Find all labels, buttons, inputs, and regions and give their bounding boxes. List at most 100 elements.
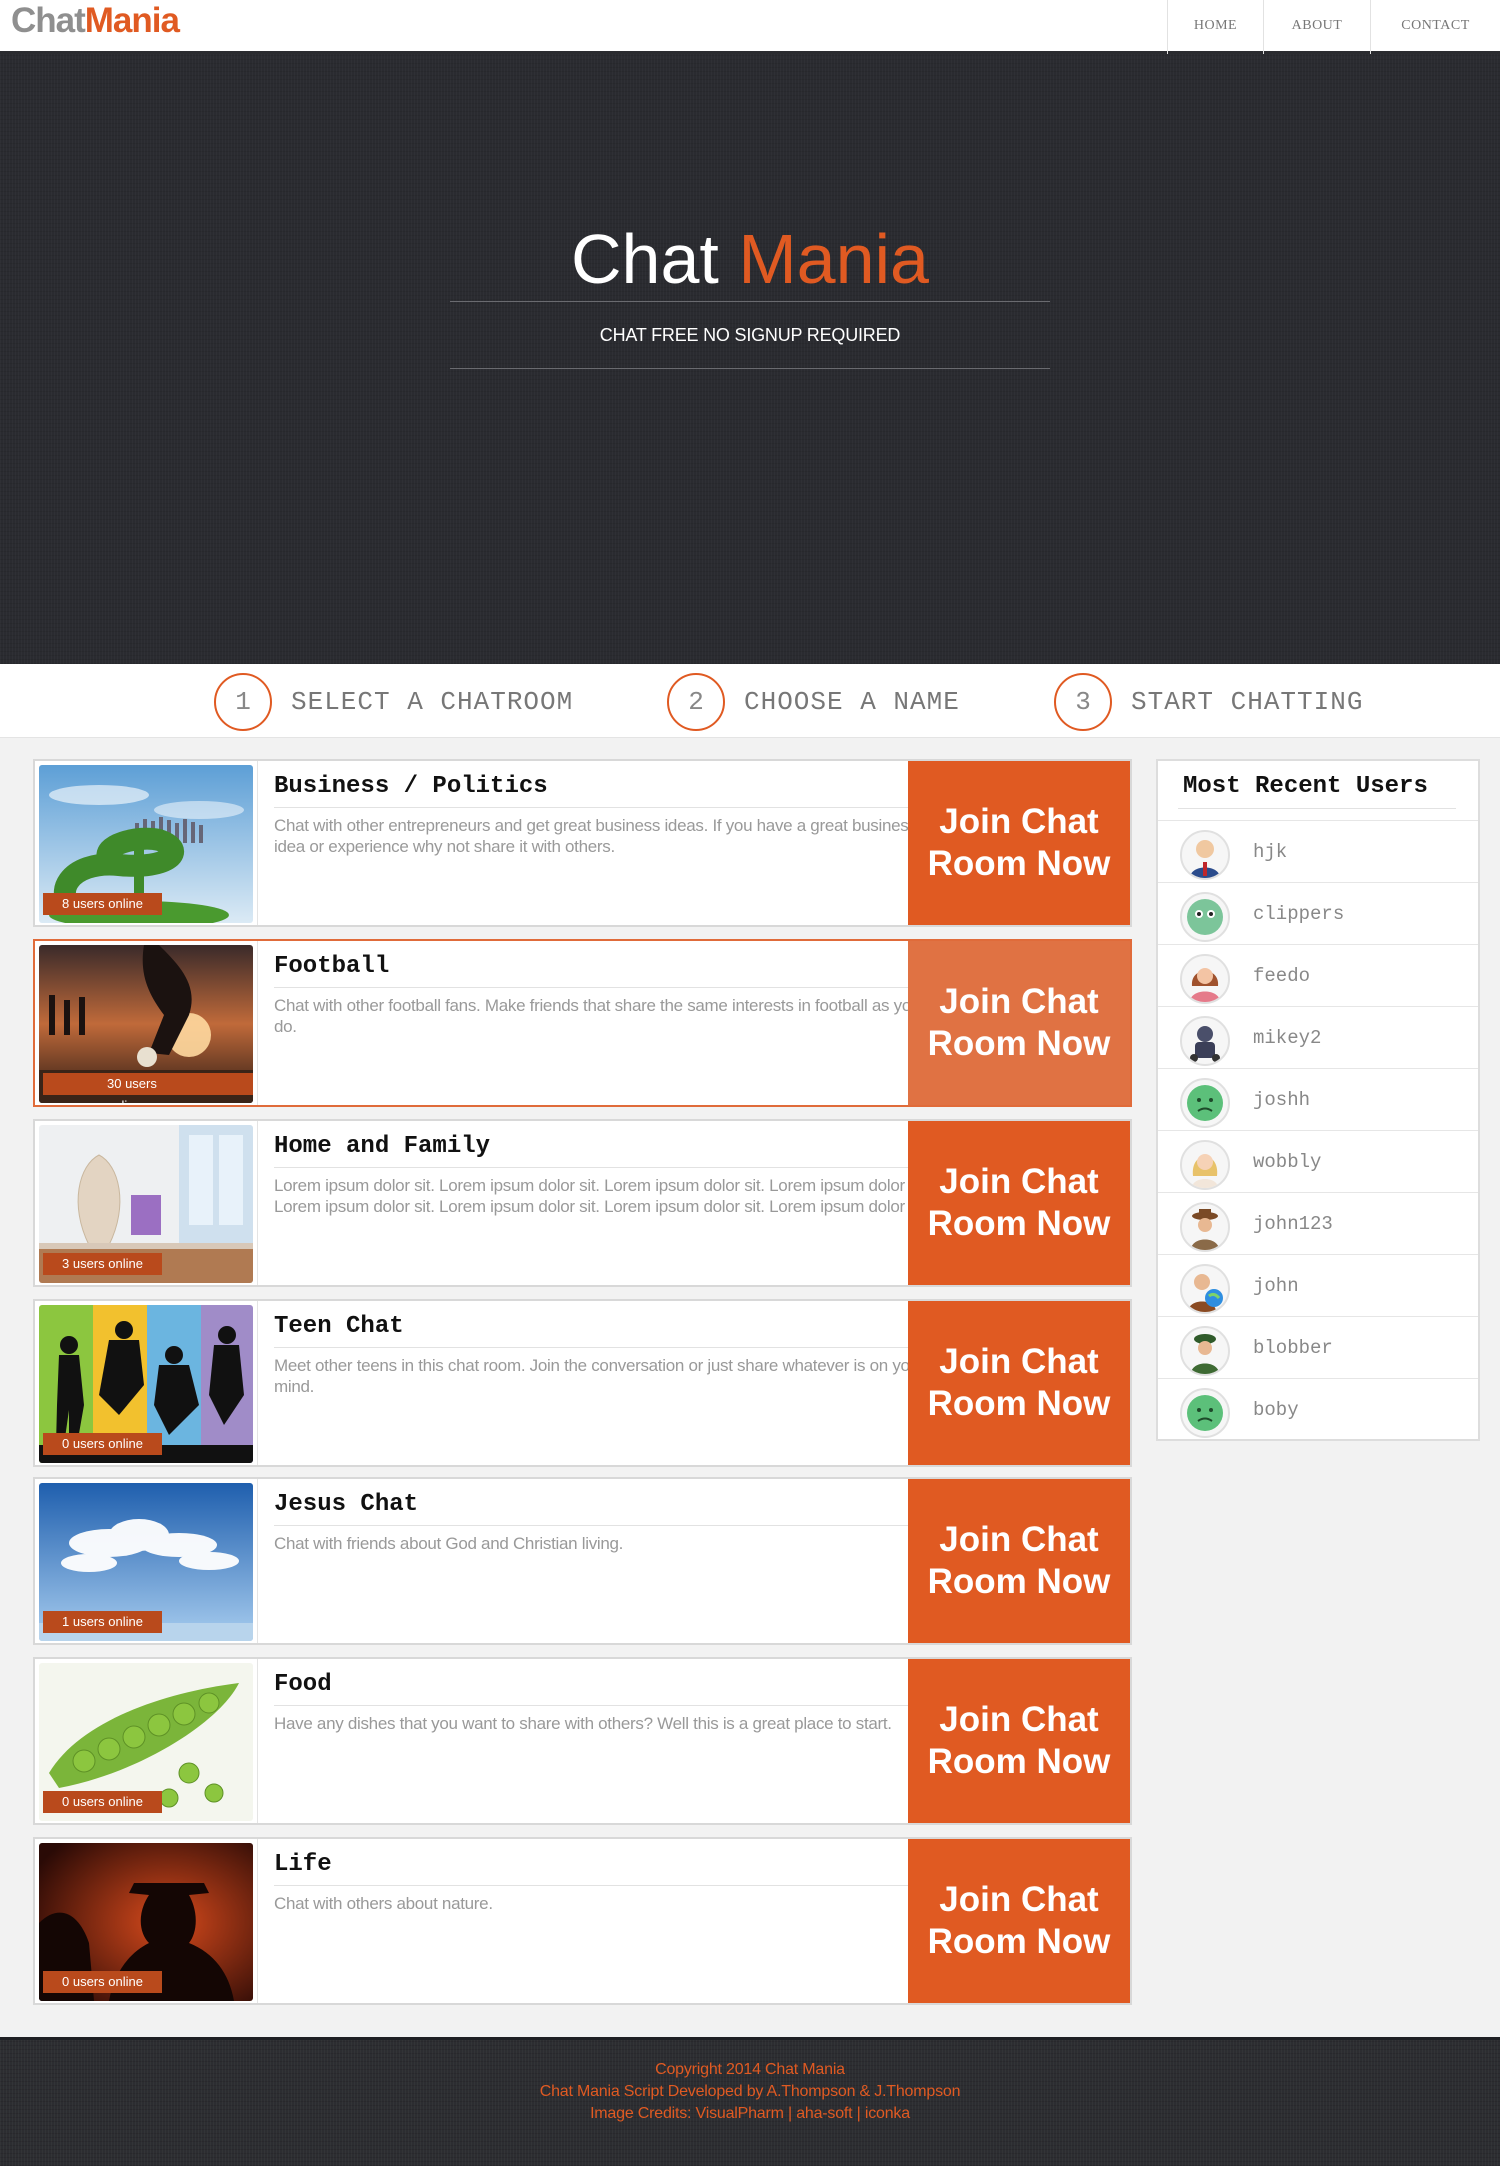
green-smiley-avatar-icon xyxy=(1180,1078,1230,1128)
football-image[interactable]: 30 users online xyxy=(39,945,253,1103)
recent-user-item[interactable]: joshh xyxy=(1158,1068,1478,1130)
chatroom-card-life: 0 users online Life Chat with others abo… xyxy=(33,1837,1132,2005)
chatroom-card-home-and-family: 3 users online Home and Family Lorem ips… xyxy=(33,1119,1132,1287)
officer-avatar-icon xyxy=(1180,1326,1230,1376)
recent-user-item[interactable]: john xyxy=(1158,1254,1478,1316)
recent-user-item[interactable]: blobber xyxy=(1158,1316,1478,1378)
home-family-image[interactable]: 3 users online xyxy=(39,1125,253,1283)
recent-user-name: feedo xyxy=(1253,965,1311,987)
recent-user-item[interactable]: wobbly xyxy=(1158,1130,1478,1192)
room-divider xyxy=(274,1347,932,1348)
join-chat-room-button[interactable]: Join Chat Room Now xyxy=(908,1479,1130,1643)
top-navbar: ChatMania HOME ABOUT CONTACT xyxy=(0,0,1500,54)
menu-home-link[interactable]: HOME xyxy=(1167,0,1263,54)
room-description: Chat with friends about God and Christia… xyxy=(274,1534,624,1553)
step-label: CHOOSE A NAME xyxy=(744,687,960,717)
hero-title-chat: Chat xyxy=(571,220,719,298)
main-menu: HOME ABOUT CONTACT xyxy=(1167,0,1500,54)
footer-developer: Chat Mania Script Developed by A.Thompso… xyxy=(539,2083,961,2100)
users-online-badge: 1 users online xyxy=(43,1611,162,1633)
thumb-divider xyxy=(257,761,258,925)
alien-avatar-icon xyxy=(1180,892,1230,942)
users-online-badge: 3 users online xyxy=(43,1253,162,1275)
join-chat-room-button[interactable]: Join Chat Room Now xyxy=(908,1301,1130,1465)
footer-image-credits: Image Credits: VisualPharm | aha-soft | … xyxy=(590,2105,910,2122)
recent-user-item[interactable]: mikey2 xyxy=(1158,1006,1478,1068)
room-title: Teen Chat xyxy=(274,1313,404,1340)
recent-user-name: john xyxy=(1253,1275,1299,1297)
room-divider xyxy=(274,807,932,808)
teen-chat-image[interactable]: 0 users online xyxy=(39,1305,253,1463)
blonde-woman-avatar-icon xyxy=(1180,1140,1230,1190)
menu-about-link[interactable]: ABOUT xyxy=(1263,0,1370,54)
room-divider xyxy=(274,987,932,988)
recent-user-item[interactable]: hjk xyxy=(1158,820,1478,882)
hero-title: Chat Mania xyxy=(0,219,1500,299)
menu-contact-link[interactable]: CONTACT xyxy=(1370,0,1500,54)
chatroom-card-business: 8 users online Business / Politics Chat … xyxy=(33,759,1132,927)
room-title: Home and Family xyxy=(274,1133,491,1160)
step-number-circle: 3 xyxy=(1054,673,1112,731)
room-description: Lorem ipsum dolor sit. Lorem ipsum dolor… xyxy=(274,1176,930,1216)
room-divider xyxy=(274,1525,932,1526)
hero-divider-bottom xyxy=(450,368,1050,369)
step-number-circle: 1 xyxy=(214,673,272,731)
sidebar-title: Most Recent Users xyxy=(1183,773,1428,800)
room-title: Food xyxy=(274,1671,332,1698)
robot-avatar-icon xyxy=(1180,1016,1230,1066)
recent-user-item[interactable]: john123 xyxy=(1158,1192,1478,1254)
room-divider xyxy=(274,1705,932,1706)
step-select-chatroom: 1 SELECT A CHATROOM xyxy=(214,673,573,731)
recent-user-name: mikey2 xyxy=(1253,1027,1322,1049)
recent-user-item[interactable]: feedo xyxy=(1158,944,1478,1006)
hero-divider-top xyxy=(450,301,1050,302)
chatroom-card-jesus-chat: 1 users online Jesus Chat Chat with frie… xyxy=(33,1477,1132,1645)
room-description: Chat with other football fans. Make frie… xyxy=(274,996,921,1036)
most-recent-users-panel: Most Recent Users hjk clippers feedo mik… xyxy=(1156,759,1480,1441)
food-image[interactable]: 0 users online xyxy=(39,1663,253,1821)
room-title: Business / Politics xyxy=(274,773,548,800)
sidebar-divider xyxy=(1178,808,1456,809)
step-start-chatting: 3 START CHATTING xyxy=(1054,673,1363,731)
recent-user-name: clippers xyxy=(1253,903,1345,925)
users-online-badge: 0 users online xyxy=(43,1433,162,1455)
site-logo[interactable]: ChatMania xyxy=(11,1,180,41)
room-title: Life xyxy=(274,1851,332,1878)
thumb-divider xyxy=(257,1301,258,1465)
users-online-badge: 0 users online xyxy=(43,1971,162,1993)
life-image[interactable]: 0 users online xyxy=(39,1843,253,2001)
logo-part-chat: Chat xyxy=(11,1,86,40)
room-divider xyxy=(274,1167,932,1168)
chatroom-card-football: 30 users online Football Chat with other… xyxy=(33,939,1132,1107)
chatroom-card-teen-chat: 0 users online Teen Chat Meet other teen… xyxy=(33,1299,1132,1467)
chatroom-card-food: 0 users online Food Have any dishes that… xyxy=(33,1657,1132,1825)
recent-user-name: wobbly xyxy=(1253,1151,1322,1173)
hero-tagline: CHAT FREE NO SIGNUP REQUIRED xyxy=(599,325,901,345)
room-description: Have any dishes that you want to share w… xyxy=(274,1714,892,1733)
users-online-badge: 30 users online xyxy=(43,1073,253,1103)
recent-user-item[interactable]: boby xyxy=(1158,1378,1478,1440)
thumb-divider xyxy=(257,1121,258,1285)
thumb-divider xyxy=(257,941,258,1105)
step-choose-name: 2 CHOOSE A NAME xyxy=(667,673,960,731)
logo-part-mania: Mania xyxy=(84,1,180,40)
recent-user-item[interactable]: clippers xyxy=(1158,882,1478,944)
join-chat-room-button[interactable]: Join Chat Room Now xyxy=(908,1839,1130,2003)
woman-avatar-icon xyxy=(1180,954,1230,1004)
business-image[interactable]: 8 users online xyxy=(39,765,253,923)
thumb-divider xyxy=(257,1839,258,2003)
hero-title-mania: Mania xyxy=(738,220,929,298)
room-title: Football xyxy=(274,953,390,980)
join-chat-room-button[interactable]: Join Chat Room Now xyxy=(908,761,1130,925)
join-chat-room-button[interactable]: Join Chat Room Now xyxy=(908,1659,1130,1823)
hero-banner: Chat Mania CHAT FREE NO SIGNUP REQUIRED xyxy=(0,54,1500,664)
room-description: Meet other teens in this chat room. Join… xyxy=(274,1356,925,1396)
jesus-chat-image[interactable]: 1 users online xyxy=(39,1483,253,1641)
join-chat-room-button[interactable]: Join Chat Room Now xyxy=(908,1121,1130,1285)
users-online-badge: 0 users online xyxy=(43,1791,162,1813)
recent-user-name: blobber xyxy=(1253,1337,1333,1359)
footer-copyright: Copyright 2014 Chat Mania xyxy=(655,2061,845,2078)
recent-user-name: joshh xyxy=(1253,1089,1311,1111)
steps-bar: 1 SELECT A CHATROOM 2 CHOOSE A NAME 3 ST… xyxy=(0,664,1500,738)
join-chat-room-button[interactable]: Join Chat Room Now xyxy=(908,941,1130,1105)
